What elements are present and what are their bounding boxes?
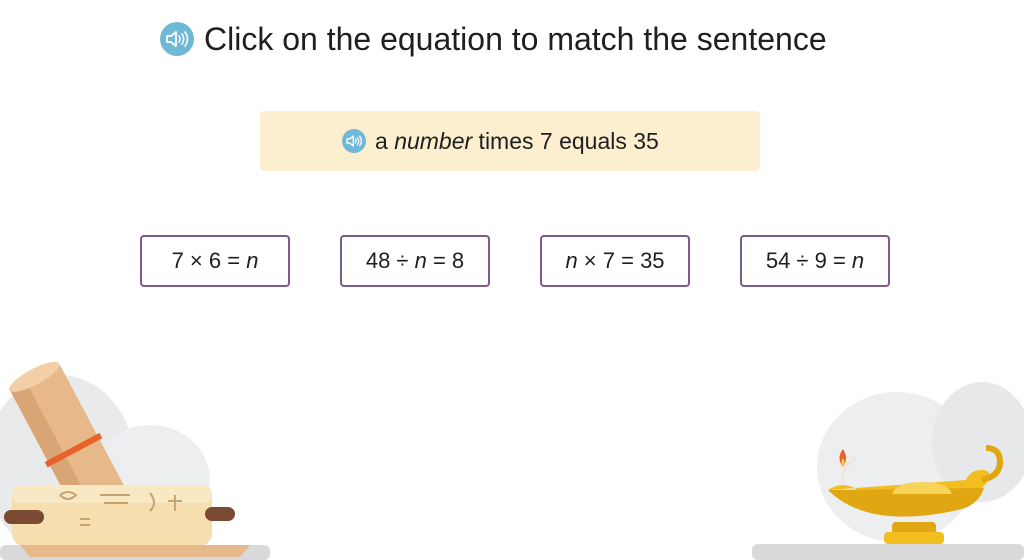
choice-variable: n [246,248,259,273]
sentence-box: a number times 7 equals 35 [260,111,760,171]
sentence-emphasis: number [394,128,473,154]
choice-text-post: = 8 [426,248,465,273]
sentence-prefix: a [375,128,395,154]
choice-variable: n [414,248,427,273]
instruction-text: Click on the equation to match the sente… [204,21,827,57]
equation-choice-4[interactable]: 54 ÷ 9 = n [740,235,890,287]
scroll-papyrus-illustration [0,361,270,560]
choice-text-pre: 54 ÷ 9 = [765,248,852,273]
oil-lamp-illustration [752,382,1024,560]
instruction-row: Click on the equation to match the sente… [0,18,1024,62]
choice-text-pre: 7 × 6 = [171,248,247,273]
equation-choice-2[interactable]: 48 ÷ n = 8 [340,235,490,287]
speaker-icon[interactable] [342,129,366,153]
choice-variable: n [851,248,865,273]
choice-variable: n [565,248,578,273]
equation-choice-3[interactable]: n × 7 = 35 [540,235,690,287]
sentence-suffix: times 7 equals 35 [472,128,659,154]
equation-choice-1[interactable]: 7 × 6 = n [140,235,290,287]
speaker-icon[interactable] [160,22,194,56]
choice-text-pre: 48 ÷ [365,248,415,273]
sentence-text: a number times 7 equals 35 [375,111,659,171]
choice-text-post: × 7 = 35 [577,248,665,273]
